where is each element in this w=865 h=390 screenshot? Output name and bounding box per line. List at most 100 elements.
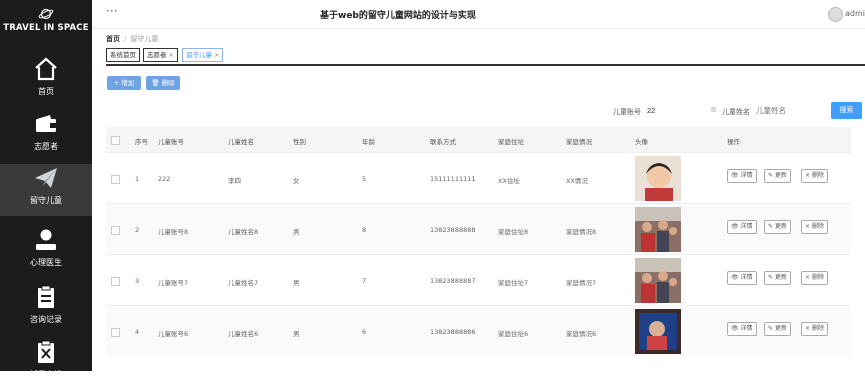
cell-age: 5 [362, 175, 367, 183]
account-search-input[interactable] [647, 103, 717, 118]
cell-phone: 13823888886 [430, 328, 476, 336]
cell-account: 儿童账号6 [158, 330, 189, 338]
column-header[interactable]: 家庭住址 [498, 136, 524, 146]
column-header[interactable]: 儿童账号 [158, 136, 184, 146]
row-delete-button[interactable]: × 删除 [801, 220, 828, 234]
tab-volunteer[interactable]: 志愿者 × [143, 48, 178, 62]
sidebar-item-label: 咨询记录 [30, 315, 62, 324]
cell-gender: 男 [293, 228, 300, 236]
sidebar-item-psychologist[interactable]: 心理医生 [0, 226, 92, 278]
sidebar-item-label: 首页 [38, 87, 54, 96]
cell-name: 儿童姓名8 [228, 228, 259, 236]
cell-account: 儿童账号7 [158, 279, 189, 287]
cell-family: XX情况 [566, 177, 588, 185]
eye-icon: 👁 [731, 172, 741, 179]
update-button[interactable]: ✎ 更新 [764, 322, 791, 336]
update-button[interactable]: ✎ 更新 [764, 169, 791, 183]
cell-gender: 男 [293, 279, 300, 287]
tab-children[interactable]: 留守儿童 × [182, 48, 224, 62]
cell-address: XX住址 [498, 177, 520, 185]
edit-icon: ✎ [768, 274, 775, 281]
cell-age: 6 [362, 328, 367, 336]
page-title: 基于web的留守儿童网站的设计与实现 [320, 11, 476, 21]
update-button[interactable]: ✎ 更新 [764, 271, 791, 285]
tab-home[interactable]: 系统首页 [106, 48, 140, 62]
row-checkbox[interactable] [111, 226, 120, 235]
cell-family: 家庭情况6 [566, 330, 597, 338]
close-icon: × [805, 223, 812, 230]
sidebar-item-volunteer[interactable]: 志愿者 [0, 110, 92, 162]
cell-family: 家庭情况7 [566, 279, 597, 287]
table-row: 3 儿童账号7 儿童姓名7 男 7 13823888887 家庭住址7 家庭情况… [106, 254, 851, 306]
sidebar: TRAVEL IN SPACE 首页 志愿者 留守儿童 心理医生 咨询记录 辅导… [0, 0, 92, 379]
cell-phone: 13823888887 [430, 277, 476, 285]
row-delete-button[interactable]: × 删除 [801, 322, 828, 336]
table-row: 1 222 李四 女 5 15111111111 XX住址 XX情况 👁 详情 … [106, 152, 851, 204]
detail-button[interactable]: 👁 详情 [727, 169, 757, 183]
planet-logo-icon [38, 8, 54, 20]
update-button[interactable]: ✎ 更新 [764, 220, 791, 234]
column-header[interactable]: 年龄 [362, 136, 375, 146]
sidebar-item-tutoring[interactable]: 辅导安排 [0, 338, 92, 390]
row-checkbox[interactable] [111, 277, 120, 286]
cell-address: 家庭住址8 [498, 228, 529, 236]
trash-icon: 🗑 [151, 79, 162, 87]
close-icon[interactable]: × [169, 51, 174, 59]
cell-account: 222 [158, 175, 171, 183]
cell-name: 儿童姓名7 [228, 279, 259, 287]
cell-no: 1 [135, 175, 140, 183]
add-button[interactable]: + 增加 [107, 76, 141, 90]
username[interactable]: admin [845, 9, 865, 18]
table-row: 4 儿童账号6 儿童姓名6 男 6 13823888886 家庭住址6 家庭情况… [106, 305, 851, 357]
top-bar: ··· 基于web的留守儿童网站的设计与实现 admin [92, 0, 865, 29]
avatar[interactable] [828, 7, 843, 22]
row-checkbox[interactable] [111, 328, 120, 337]
cell-phone: 13823888888 [430, 226, 476, 234]
breadcrumb: 首页 / 留守儿童 [106, 35, 159, 43]
sidebar-item-children[interactable]: 留守儿童 [0, 164, 92, 216]
cell-no: 3 [135, 277, 140, 285]
table-header: 序号 儿童账号 儿童姓名 性别 年龄 联系方式 家庭住址 家庭情况 头像 操作 [106, 127, 851, 152]
column-header: 头像 [635, 138, 648, 146]
row-checkbox[interactable] [111, 175, 120, 184]
sidebar-item-home[interactable]: 首页 [0, 55, 92, 107]
delete-button[interactable]: 🗑 删除 [146, 76, 180, 90]
breadcrumb-current: 留守儿童 [130, 35, 159, 43]
name-search-input[interactable] [756, 103, 826, 118]
cell-phone: 15111111111 [430, 175, 476, 183]
row-delete-button[interactable]: × 删除 [801, 169, 828, 183]
breadcrumb-home[interactable]: 首页 [106, 35, 120, 43]
cell-account: 儿童账号8 [158, 228, 189, 236]
clear-icon[interactable]: ⊗ [710, 105, 717, 114]
column-header[interactable]: 联系方式 [430, 136, 456, 146]
select-all-checkbox[interactable] [111, 136, 120, 145]
cell-address: 家庭住址6 [498, 330, 529, 338]
person-icon [36, 229, 56, 250]
edit-icon: ✎ [768, 223, 775, 230]
column-header[interactable]: 性别 [293, 136, 306, 146]
wallet-icon [36, 115, 56, 132]
column-header[interactable]: 儿童姓名 [228, 136, 254, 146]
account-search-label: 儿童账号 [613, 108, 641, 116]
cell-gender: 男 [293, 330, 300, 338]
brand: TRAVEL IN SPACE [0, 7, 92, 59]
search-button[interactable]: 搜索 [831, 102, 862, 119]
cell-name: 李四 [228, 177, 241, 185]
tab-bar: 系统首页 志愿者 × 留守儿童 × [106, 48, 865, 66]
detail-button[interactable]: 👁 详情 [727, 271, 757, 285]
cell-age: 7 [362, 277, 367, 285]
sidebar-item-label: 留守儿童 [30, 196, 62, 205]
cell-age: 8 [362, 226, 367, 234]
detail-button[interactable]: 👁 详情 [727, 322, 757, 336]
home-icon [35, 57, 57, 81]
close-icon[interactable]: × [214, 51, 219, 59]
sidebar-item-consult-records[interactable]: 咨询记录 [0, 283, 92, 335]
child-avatar-photo [635, 258, 681, 303]
column-header: 操作 [727, 138, 740, 146]
column-header[interactable]: 家庭情况 [566, 136, 592, 146]
row-delete-button[interactable]: × 删除 [801, 271, 828, 285]
sidebar-item-label: 心理医生 [30, 258, 62, 267]
detail-button[interactable]: 👁 详情 [727, 220, 757, 234]
menu-toggle-icon[interactable]: ··· [106, 4, 117, 18]
eye-icon: 👁 [731, 223, 741, 230]
